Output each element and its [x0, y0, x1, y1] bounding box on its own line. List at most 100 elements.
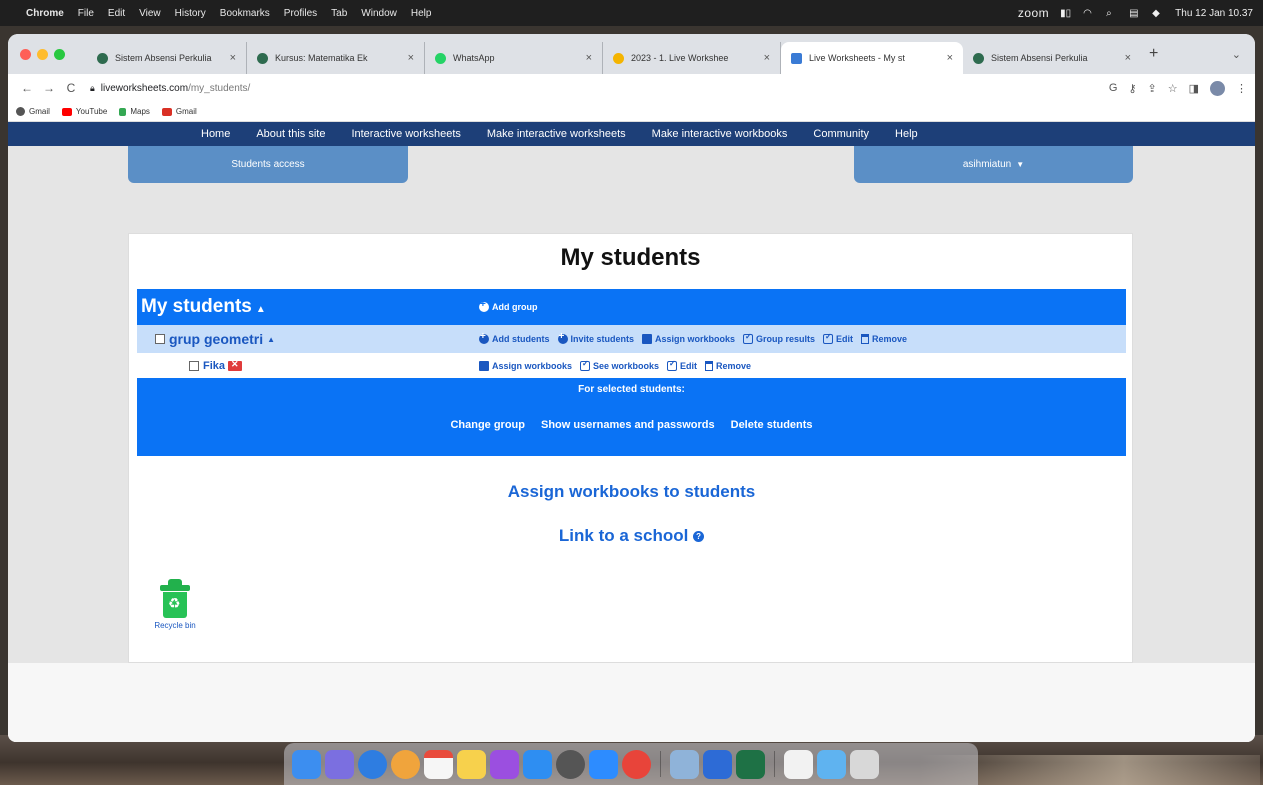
close-window-button[interactable] — [20, 48, 31, 60]
help-icon[interactable]: ? — [693, 531, 705, 543]
menu-bookmarks[interactable]: Bookmarks — [220, 8, 270, 19]
zoom-status[interactable]: zoom — [1018, 6, 1049, 20]
nav-interactive-worksheets[interactable]: Interactive worksheets — [351, 128, 460, 140]
tab-search-chevron-icon[interactable]: ⌄ — [1232, 48, 1241, 61]
minimize-window-button[interactable] — [37, 48, 48, 60]
forward-button[interactable]: → — [38, 81, 60, 95]
reload-button[interactable]: C — [60, 81, 82, 95]
menu-edit[interactable]: Edit — [108, 8, 125, 19]
link-school-link[interactable]: Link to a school — [559, 526, 688, 545]
side-panel-icon[interactable]: ◨ — [1189, 82, 1199, 95]
group-name-text[interactable]: grup geometri — [169, 331, 263, 347]
menu-profiles[interactable]: Profiles — [284, 8, 317, 19]
tab-sistem-absensi-2[interactable]: Sistem Absensi Perkulia × — [963, 42, 1141, 74]
battery-icon[interactable]: ▮▯ — [1060, 8, 1072, 19]
wifi-icon[interactable]: ◠ — [1083, 8, 1095, 19]
trash-icon[interactable] — [850, 749, 879, 779]
close-tab-icon[interactable]: × — [947, 52, 953, 64]
user-menu-button[interactable]: asihmiatun ▼ — [854, 146, 1133, 183]
invite-students-button[interactable]: Invite students — [557, 331, 634, 344]
new-tab-button[interactable]: + — [1149, 45, 1158, 63]
podcasts-icon[interactable] — [490, 749, 519, 779]
add-students-button[interactable]: Add students — [479, 331, 550, 344]
student-checkbox[interactable] — [189, 360, 199, 371]
nav-help[interactable]: Help — [895, 128, 918, 140]
close-tab-icon[interactable]: × — [230, 52, 236, 64]
close-tab-icon[interactable]: × — [764, 52, 770, 64]
clock[interactable]: Thu 12 Jan 10.37 — [1175, 8, 1253, 19]
menu-window[interactable]: Window — [361, 8, 397, 19]
group-remove-button[interactable]: Remove — [861, 334, 907, 344]
student-name-text[interactable]: Fika — [203, 360, 225, 372]
finder-icon[interactable] — [292, 749, 321, 779]
caret-up-icon[interactable]: ▲ — [267, 335, 275, 344]
change-group-button[interactable]: Change group — [450, 419, 525, 431]
tab-live-worksheets[interactable]: Live Worksheets - My st × — [781, 42, 963, 74]
group-results-button[interactable]: Group results — [743, 332, 815, 344]
menu-tab[interactable]: Tab — [331, 8, 347, 19]
bookmark-maps[interactable]: Maps — [119, 107, 150, 116]
photos-icon[interactable] — [391, 749, 420, 779]
menu-file[interactable]: File — [78, 8, 94, 19]
system-preferences-icon[interactable] — [556, 749, 585, 779]
app-menu[interactable]: Chrome — [26, 8, 64, 19]
zoom-app-icon[interactable] — [589, 749, 618, 779]
share-icon[interactable]: ⇪ — [1148, 82, 1157, 95]
bookmark-youtube[interactable]: YouTube — [61, 107, 107, 116]
fullscreen-window-button[interactable] — [54, 48, 65, 60]
caret-up-icon[interactable]: ▲ — [256, 304, 266, 315]
lock-icon[interactable]: 🔒︎ — [90, 83, 95, 94]
calendar-icon[interactable] — [424, 749, 453, 779]
tab-kursus-matematika[interactable]: Kursus: Matematika Ek × — [247, 42, 425, 74]
nav-home[interactable]: Home — [201, 128, 230, 140]
nav-make-workbooks[interactable]: Make interactive workbooks — [652, 128, 788, 140]
password-key-icon[interactable]: ⚷ — [1128, 82, 1136, 95]
bookmark-star-icon[interactable]: ☆ — [1168, 82, 1178, 95]
group-assign-workbooks-button[interactable]: Assign workbooks — [642, 334, 735, 344]
close-tab-icon[interactable]: × — [408, 52, 414, 64]
menu-history[interactable]: History — [175, 8, 206, 19]
tab-whatsapp[interactable]: WhatsApp × — [425, 42, 603, 74]
root-label[interactable]: My students ▲ — [137, 296, 479, 318]
add-group-button[interactable]: Add group — [479, 299, 538, 312]
student-edit-button[interactable]: Edit — [667, 359, 697, 371]
folder-icon[interactable] — [817, 749, 846, 779]
zoom-icon[interactable] — [703, 749, 732, 779]
google-lens-icon[interactable]: G — [1109, 82, 1118, 94]
show-credentials-button[interactable]: Show usernames and passwords — [541, 419, 715, 431]
document-icon[interactable] — [784, 749, 813, 779]
tab-sistem-absensi-1[interactable]: Sistem Absensi Perkulia × — [87, 42, 247, 74]
student-remove-button[interactable]: Remove — [705, 360, 751, 371]
close-tab-icon[interactable]: × — [586, 52, 592, 64]
nav-community[interactable]: Community — [813, 128, 869, 140]
bookmark-gmail[interactable]: Gmail — [16, 107, 50, 116]
bookmark-gmail-2[interactable]: Gmail — [161, 107, 197, 116]
student-assign-workbooks-button[interactable]: Assign workbooks — [479, 360, 572, 371]
siri-icon[interactable]: ◆ — [1152, 8, 1164, 19]
address-bar[interactable]: 🔒︎ liveworksheets.com/my_students/ — [90, 83, 250, 94]
preview-icon[interactable] — [670, 749, 699, 779]
chrome-icon[interactable] — [622, 749, 651, 779]
assign-workbooks-link[interactable]: Assign workbooks to students — [129, 482, 1134, 502]
app-store-icon[interactable] — [523, 749, 552, 779]
group-edit-button[interactable]: Edit — [823, 332, 853, 344]
group-checkbox[interactable] — [155, 334, 165, 344]
profile-avatar[interactable] — [1210, 80, 1225, 96]
launchpad-icon[interactable] — [325, 749, 354, 779]
mail-icon[interactable] — [228, 359, 243, 371]
delete-students-button[interactable]: Delete students — [731, 419, 813, 431]
nav-about[interactable]: About this site — [256, 128, 325, 140]
notes-icon[interactable] — [457, 749, 486, 779]
students-access-button[interactable]: Students access — [128, 146, 408, 183]
tab-live-workshop[interactable]: 2023 - 1. Live Workshee × — [603, 42, 781, 74]
recycle-bin-button[interactable]: Recycle bin — [145, 579, 205, 630]
safari-icon[interactable] — [358, 749, 387, 779]
menu-view[interactable]: View — [139, 8, 161, 19]
more-menu-icon[interactable]: ⋮ — [1236, 82, 1247, 95]
menu-help[interactable]: Help — [411, 8, 432, 19]
see-workbooks-button[interactable]: See workbooks — [580, 359, 659, 371]
excel-icon[interactable] — [736, 749, 765, 779]
search-icon[interactable]: ⌕ — [1106, 8, 1118, 19]
control-center-icon[interactable]: ▤ — [1129, 8, 1141, 19]
close-tab-icon[interactable]: × — [1125, 52, 1131, 64]
